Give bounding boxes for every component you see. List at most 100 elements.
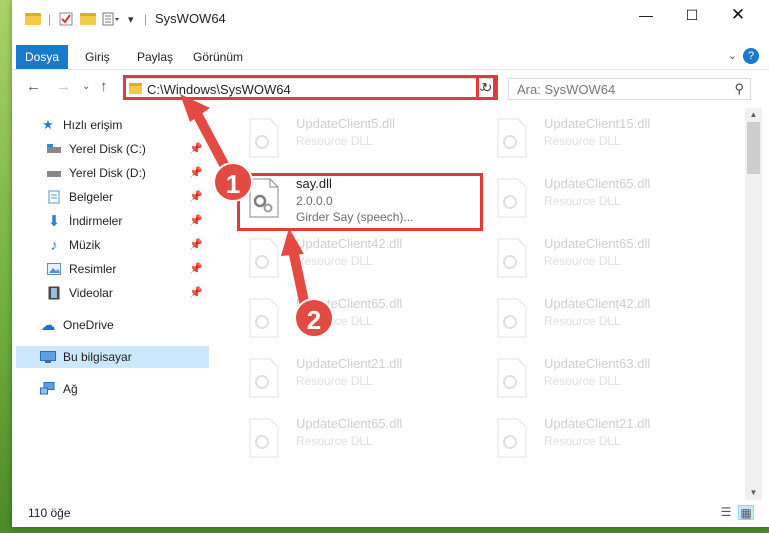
tab-view[interactable]: Görünüm — [193, 45, 243, 69]
list-item[interactable]: UpdateClient42.dll Resource DLL — [484, 292, 724, 344]
file-type: Resource DLL — [544, 374, 621, 388]
sidebar-item-quick-access[interactable]: ★ Hızlı erişim — [40, 114, 209, 136]
sidebar-item-this-pc[interactable]: Bu bilgisayar — [16, 346, 209, 368]
scroll-up-icon[interactable]: ▲ — [745, 108, 762, 122]
address-highlight-box — [123, 75, 496, 100]
search-icon[interactable]: ⚲ — [734, 81, 744, 97]
pin-icon[interactable]: 📌 — [189, 238, 203, 251]
sidebar-item-label: Hızlı erişim — [63, 118, 123, 132]
tab-home[interactable]: Giriş — [85, 45, 110, 69]
list-item[interactable]: UpdateClient65.dll Resource DLL — [484, 232, 724, 284]
pin-icon[interactable]: 📌 — [189, 166, 203, 179]
list-item[interactable]: UpdateClient42.dll Resource DLL — [236, 232, 476, 284]
vertical-scrollbar[interactable]: ▲ ▼ — [745, 108, 762, 500]
list-item[interactable]: UpdateClient15.dll Resource DLL — [484, 112, 724, 164]
ribbon-tabs: Dosya Giriş Paylaş Görünüm ⌄ ? — [12, 45, 769, 70]
scroll-down-icon[interactable]: ▼ — [745, 486, 762, 500]
quick-access-dropdown-icon[interactable]: ▾ — [128, 11, 134, 27]
sidebar-item-label: Belgeler — [69, 190, 114, 204]
file-name: UpdateClient42.dll — [296, 236, 403, 251]
customize-icon[interactable] — [102, 11, 122, 27]
list-item[interactable]: UpdateClient21.dll Resource DLL — [484, 412, 724, 464]
sidebar-item-videos[interactable]: Videolar 📌 — [46, 282, 209, 304]
recent-locations-icon[interactable]: ⌄ — [82, 81, 90, 92]
step-badge-1: 1 — [213, 162, 253, 202]
close-button[interactable]: ✕ — [715, 0, 761, 30]
documents-icon — [46, 190, 62, 204]
file-name: UpdateClient65.dll — [544, 236, 651, 251]
sidebar-item-label: Yerel Disk (C:) — [69, 142, 146, 156]
navigation-pane: ★ Hızlı erişim Yerel Disk (C:) 📌 Yerel D… — [12, 108, 212, 498]
sidebar-item-local-disk-d[interactable]: Yerel Disk (D:) 📌 — [46, 162, 209, 184]
drive-icon — [46, 166, 62, 180]
pin-icon[interactable]: 📌 — [189, 214, 203, 227]
file-type: Resource DLL — [544, 254, 621, 268]
star-icon: ★ — [42, 117, 54, 132]
pin-icon[interactable]: 📌 — [189, 190, 203, 203]
window-title: SysWOW64 — [155, 11, 226, 26]
dll-file-icon — [497, 178, 527, 218]
file-name: UpdateClient5.dll — [296, 116, 396, 131]
minimize-button[interactable]: — — [623, 0, 669, 30]
tab-file[interactable]: Dosya — [16, 45, 68, 69]
sidebar-item-onedrive[interactable]: ☁ OneDrive — [40, 314, 209, 336]
details-view-icon[interactable]: ☰ — [718, 505, 734, 520]
scrollbar-thumb[interactable] — [747, 122, 760, 174]
pin-icon[interactable]: 📌 — [189, 286, 203, 299]
sidebar-item-label: Resimler — [69, 262, 117, 276]
maximize-button[interactable]: ☐ — [669, 0, 715, 30]
file-name: UpdateClient42.dll — [544, 296, 651, 311]
back-arrow-icon[interactable]: ← — [26, 78, 41, 95]
sidebar-item-documents[interactable]: Belgeler 📌 — [46, 186, 209, 208]
pictures-icon — [46, 262, 62, 276]
cloud-icon: ☁ — [40, 317, 56, 334]
dll-file-icon — [497, 118, 527, 158]
dll-file-icon — [497, 238, 527, 278]
tab-share[interactable]: Paylaş — [137, 45, 173, 69]
file-type: Resource DLL — [544, 314, 621, 328]
sidebar-item-music[interactable]: ♪ Müzik 📌 — [46, 234, 209, 256]
sidebar-item-downloads[interactable]: ⬇ İndirmeler 📌 — [46, 210, 209, 232]
download-icon: ⬇ — [47, 213, 61, 230]
refresh-icon[interactable]: ↻ — [476, 75, 498, 100]
tiles-view-icon[interactable]: ▦ — [738, 505, 754, 520]
search-placeholder: Ara: SysWOW64 — [517, 82, 616, 97]
folder-icon — [25, 11, 41, 27]
sidebar-item-label: Videolar — [69, 286, 113, 300]
pin-icon[interactable]: 📌 — [189, 262, 203, 275]
list-item[interactable]: UpdateClient65.dll Resource DLL — [236, 292, 476, 344]
forward-arrow-icon[interactable]: → — [56, 78, 71, 95]
separator: | — [144, 12, 148, 26]
list-item[interactable]: UpdateClient63.dll Resource DLL — [484, 352, 724, 404]
sidebar-item-pictures[interactable]: Resimler 📌 — [46, 258, 209, 280]
file-name: UpdateClient63.dll — [544, 356, 651, 371]
file-type: Resource DLL — [544, 194, 621, 208]
computer-icon — [40, 350, 56, 364]
list-item[interactable]: UpdateClient5.dll Resource DLL — [236, 112, 476, 164]
list-item[interactable]: UpdateClient65.dll Resource DLL — [484, 172, 724, 224]
list-item[interactable]: UpdateClient65.dll Resource DLL — [236, 412, 476, 464]
file-type: Resource DLL — [296, 374, 373, 388]
sidebar-item-local-disk-c[interactable]: Yerel Disk (C:) 📌 — [46, 138, 209, 160]
new-folder-icon[interactable] — [80, 11, 96, 27]
file-type: Resource DLL — [544, 134, 621, 148]
dll-file-icon — [497, 418, 527, 458]
dll-file-icon — [497, 358, 527, 398]
pin-icon[interactable]: 📌 — [189, 142, 203, 155]
search-input[interactable]: Ara: SysWOW64 ⚲ — [508, 78, 751, 100]
sidebar-item-label: Yerel Disk (D:) — [69, 166, 146, 180]
dll-file-icon — [249, 238, 279, 278]
file-name: UpdateClient15.dll — [544, 116, 651, 131]
expand-ribbon-icon[interactable]: ⌄ — [728, 49, 737, 62]
up-arrow-icon[interactable]: ↑ — [100, 78, 108, 95]
sidebar-item-network[interactable]: Ağ — [40, 378, 209, 400]
list-item[interactable]: UpdateClient21.dll Resource DLL — [236, 352, 476, 404]
title-bar: | ▾ | SysWOW64 — ☐ ✕ — [12, 0, 769, 38]
help-icon[interactable]: ? — [743, 48, 759, 64]
sidebar-item-label: Ağ — [63, 382, 78, 396]
sidebar-item-label: İndirmeler — [69, 214, 123, 228]
videos-icon — [46, 286, 62, 300]
properties-icon[interactable] — [59, 11, 73, 27]
file-highlight-box — [237, 173, 483, 231]
music-icon: ♪ — [50, 236, 58, 254]
